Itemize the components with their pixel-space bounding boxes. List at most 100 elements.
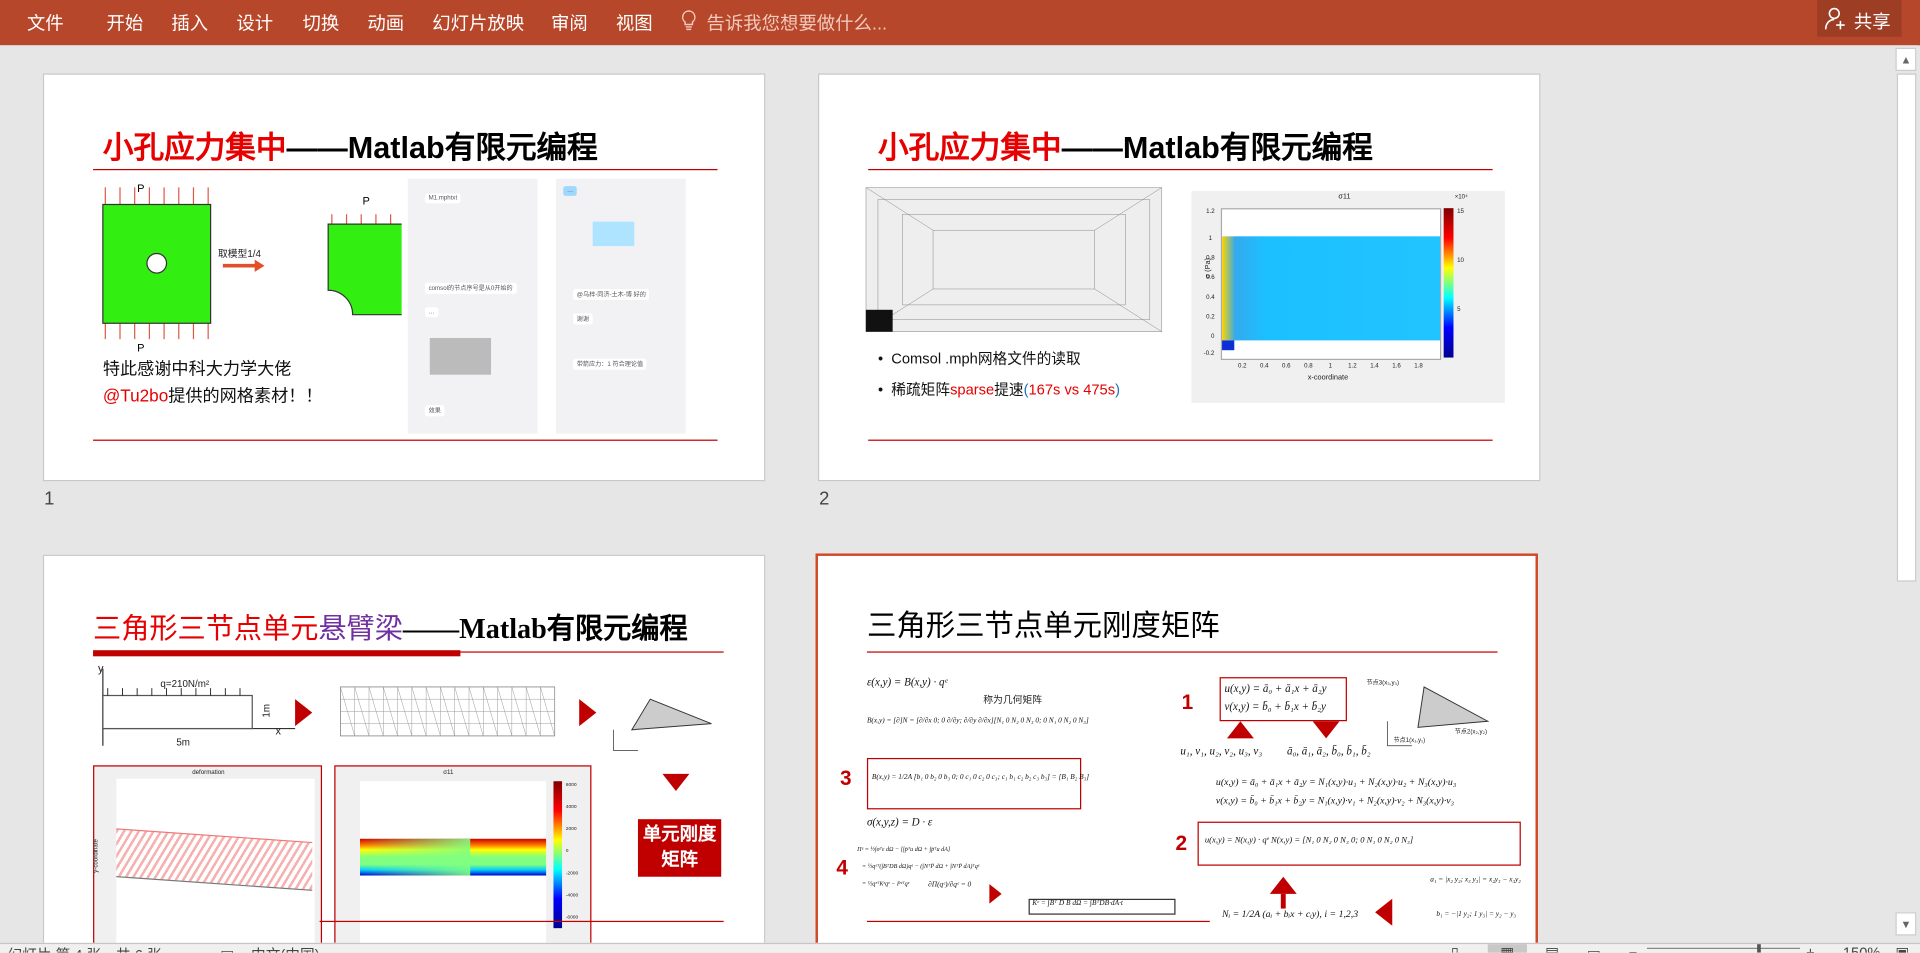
arrow-left-icon <box>1375 898 1393 926</box>
tab-home[interactable]: 开始 <box>107 10 144 36</box>
formula: u(x,y) = ā₀ + ā₁x + ā₂y <box>1224 682 1327 695</box>
arrow-up-stem <box>1280 893 1286 909</box>
slide-thumbnail-2[interactable]: 小孔应力集中——Matlab有限元编程 • Comsol .mph网格文件的读取… <box>817 73 1541 482</box>
stiffness-matrix-box: 单元刚度矩阵 <box>637 819 722 877</box>
step-marker: 1 <box>1181 690 1194 714</box>
add-person-icon <box>1824 6 1846 35</box>
tab-view[interactable]: 视图 <box>616 10 653 36</box>
node-label: 节点1(x₁,y₁) <box>1393 737 1426 745</box>
normal-view-button[interactable]: ▯ <box>1451 944 1459 953</box>
slide-thumbnail-4[interactable]: 三角形三节点单元刚度矩阵 ε(x,y) = B(x,y) · qᵉ B(x,y)… <box>815 553 1538 943</box>
share-button[interactable]: 共享 <box>1817 0 1902 37</box>
node-label: 节点2(x₂,y₂) <box>1454 728 1488 736</box>
formula: = ½qᵉᵀ(∫BᵀDB dΩ)qᵉ − (∫NᵀP̄ dΩ + ∫NᵀP̄ d… <box>862 864 980 871</box>
title-underline <box>93 650 461 657</box>
beam-mesh-diagram <box>340 686 556 737</box>
formula: u₁, v₁, u₂, v₂, u₃, v₃ <box>1180 744 1263 757</box>
chat-screenshot: … @乌梓-同济-土木-博 好的 谢谢 带箭应力：1 符合理论值 <box>555 178 686 434</box>
slide-thumbnail-3[interactable]: 三角形三节点单元悬臂梁——Matlab有限元编程 y x q=210N/m² 5… <box>42 554 766 943</box>
formula: Kᵉ = ∫Bᵀ D B dΩ = ∫BᵀDB·dA·t <box>1032 900 1123 908</box>
stress-plot: σ11 6000 4000 2000 0 -2000 -4000 -6000 <box>334 765 592 943</box>
zoom-slider[interactable] <box>1646 947 1801 949</box>
slide-thumbnail-1[interactable]: 小孔应力集中——Matlab有限元编程 P P P 取模型1/4 特此感谢中科大力学… <box>42 73 766 482</box>
language-indicator[interactable]: 中文(中国) <box>251 944 320 953</box>
tab-transitions[interactable]: 切换 <box>302 10 339 36</box>
ribbon-tabs: 文件 开始 插入 设计 切换 动画 幻灯片放映 审阅 视图 告诉我您想要做什么.… <box>0 0 1920 46</box>
title-underline <box>868 168 1493 171</box>
tab-review[interactable]: 审阅 <box>551 10 588 36</box>
reading-view-button[interactable]: ▤ <box>1545 944 1559 953</box>
arrow-right-icon <box>579 699 597 727</box>
thanks-text: 特此感谢中科大力学大佬 <box>102 358 292 379</box>
slide-number: 2 <box>819 488 830 510</box>
slide-title: 小孔应力集中——Matlab有限元编程 <box>877 131 1373 166</box>
formula: b₁ = −|1 y₂; 1 y₃| = y₂ − y₃ <box>1436 911 1517 919</box>
formula: ā₀, ā₁, ā₂, b̄₀, b̄₁, b̄₂ <box>1286 744 1371 757</box>
zoom-level[interactable]: 150% <box>1843 944 1881 953</box>
svg-text:P: P <box>362 195 369 207</box>
title-underline <box>866 651 1498 653</box>
footer-line <box>866 920 1210 923</box>
chat-screenshot: M1.mphtxt comsol的节点序号是从0开始的 … 效果 <box>407 178 538 434</box>
footer-line <box>93 439 718 441</box>
footer-line <box>868 439 1493 441</box>
title-underline <box>93 168 718 171</box>
formula: = ½qᵉᵀKᵉqᵉ − Pᵉᵀqᵉ <box>862 881 910 888</box>
tab-file[interactable]: 文件 <box>27 10 64 36</box>
formula: B(x,y) = 1/2A [b₁ 0 b₂ 0 b₃ 0; 0 c₁ 0 c₂… <box>871 773 1090 782</box>
load-label: q=210N/m² <box>160 678 210 690</box>
slideshow-button[interactable]: ▭ <box>1587 944 1601 953</box>
zoom-in-button[interactable]: + <box>1806 944 1815 953</box>
step-marker: 3 <box>840 766 852 790</box>
formula: B(x,y) = [∂]N = [∂/∂x 0; 0 ∂/∂y; ∂/∂y ∂/… <box>866 717 1089 725</box>
slide-title: 三角形三节点单元刚度矩阵 <box>866 609 1220 643</box>
formula: a₁ = |x₂ y₂; x₃ y₃| = x₂y₃ − x₃y₂ <box>1430 876 1521 885</box>
slide-sorter: 小孔应力集中——Matlab有限元编程 P P P 取模型1/4 特此感谢中科大力学… <box>0 45 1896 943</box>
tell-me-search[interactable]: 告诉我您想要做什么... <box>707 10 888 36</box>
scrollbar-thumb[interactable] <box>1896 73 1917 582</box>
vertical-scrollbar[interactable]: ▲ ▼ <box>1895 45 1918 943</box>
stress-plot: σ11 ×10⁴ 15 10 5 σ (Pa) 1.2 1 0.8 0.6 0.… <box>1191 191 1505 403</box>
slide-title: 三角形三节点单元悬臂梁——Matlab有限元编程 <box>93 612 688 645</box>
axis-label: y <box>97 662 104 675</box>
bullet-item: • 稀疏矩阵sparse提速(167s vs 475s) <box>877 380 1120 398</box>
mesh-image <box>865 187 1163 332</box>
scroll-down-button[interactable]: ▼ <box>1895 912 1917 936</box>
arrow-label: 取模型1/4 <box>217 248 261 260</box>
formula: u(x,y) = ā₀ + ā₁x + ā₂y = N₁(x,y)·u₁ + N… <box>1215 776 1457 788</box>
slide-number: 1 <box>44 488 55 510</box>
formula: u(x,y) = N(x,y) · qᵉ N(x,y) = [N₁ 0 N₂ 0… <box>1204 835 1414 845</box>
arrow-right-icon <box>295 699 313 727</box>
scroll-up-button[interactable]: ▲ <box>1895 47 1917 72</box>
formula-box <box>866 757 1082 810</box>
plate-with-hole-diagram: P P P <box>102 183 402 354</box>
zoom-slider-thumb[interactable] <box>1757 944 1761 953</box>
tab-design[interactable]: 设计 <box>236 10 273 36</box>
thanks-text-2: @Tu2bo提供的网格素材！！ <box>102 385 323 406</box>
share-label: 共享 <box>1853 12 1891 34</box>
spellcheck-icon[interactable]: ▭ <box>220 944 234 953</box>
height-label: 1m <box>260 704 272 718</box>
fit-to-window-button[interactable]: ▣ <box>1896 944 1910 953</box>
formula: ∂Π(qᵉ)/∂qᵉ = 0 <box>928 881 972 889</box>
svg-text:P: P <box>137 342 144 354</box>
formula: v(x,y) = b̄₀ + b̄₁x + b̄₂y = N₁(x,y)·v₁ … <box>1215 794 1455 806</box>
slide-counter: 幻灯片 第 4 张，共 6 张 <box>7 944 161 953</box>
deformation-plot: deformation y-coordinate <box>93 765 323 943</box>
tab-animations[interactable]: 动画 <box>367 10 404 36</box>
zoom-out-button[interactable]: − <box>1629 944 1638 953</box>
tab-slideshow[interactable]: 幻灯片放映 <box>432 10 524 36</box>
footer-line <box>319 920 724 923</box>
formula: ε(x,y) = B(x,y) · qᵉ <box>866 675 948 689</box>
arrow-right-icon <box>989 884 1002 904</box>
bullet-item: • Comsol .mph网格文件的读取 <box>877 350 1081 368</box>
title-underline <box>460 651 724 653</box>
formula-note: 称为几何矩阵 <box>983 694 1043 706</box>
slide-sorter-view-button[interactable]: ▦ <box>1487 944 1527 953</box>
axis-label: x <box>275 724 282 738</box>
tab-insert[interactable]: 插入 <box>171 10 208 36</box>
svg-text:P: P <box>137 183 144 195</box>
arrow-down-icon <box>662 773 690 792</box>
formula: v(x,y) = b̄₀ + b̄₁x + b̄₂y <box>1224 700 1326 713</box>
step-marker: 4 <box>836 855 848 880</box>
